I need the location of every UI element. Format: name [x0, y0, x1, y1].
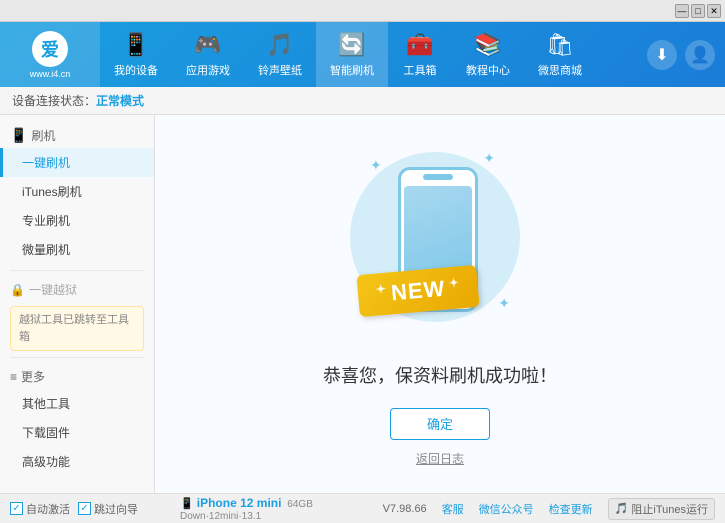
bottom-bar: ✓ 自动激活 ✓ 跳过向导 📱 iPhone 12 mini 64GB Down…: [0, 493, 725, 523]
auto-activate-label: 自动激活: [26, 501, 70, 517]
nav-smart-flash-label: 智能刷机: [330, 62, 374, 78]
sidebar-divider-2: [10, 357, 144, 358]
content-area: ✦ ✦ ✦ NEW 恭喜您，保资料刷机成功啦！ 确定 返回日志: [155, 115, 725, 493]
nav-tutorial-label: 教程中心: [466, 62, 510, 78]
title-bar: — □ ✕: [0, 0, 725, 22]
phone-illustration: ✦ ✦ ✦ NEW: [340, 142, 540, 342]
sidebar-one-click-flash[interactable]: 一键刷机: [0, 148, 154, 177]
device-name: iPhone 12 mini: [197, 496, 282, 510]
status-bar: 设备连接状态： 正常模式: [0, 87, 725, 115]
weibo-mall-icon: 🛍: [546, 32, 574, 58]
ringtone-icon: 🎵: [266, 32, 293, 58]
nav-tutorial[interactable]: 📚 教程中心: [452, 22, 524, 87]
header-right: ⬇ 👤: [637, 40, 725, 70]
download-btn[interactable]: ⬇: [647, 40, 677, 70]
status-label: 设备连接状态：: [12, 92, 96, 109]
flash-section-title: 📱 刷机: [0, 123, 154, 148]
device-icon: 📱: [180, 498, 197, 510]
itunes-icon: 🎵: [615, 502, 629, 515]
sidebar-pro-flash[interactable]: 专业刷机: [0, 206, 154, 235]
sparkle-icon-1: ✦: [370, 157, 382, 174]
sidebar-itunes-flash[interactable]: iTunes刷机: [0, 177, 154, 206]
header: 爱 www.i4.cn 📱 我的设备 🎮 应用游戏 🎵 铃声壁纸 🔄 智能刷机 …: [0, 22, 725, 87]
sidebar-locked-jailbreak: 🔒 一键越狱: [0, 277, 154, 302]
tutorial-icon: 📚: [474, 32, 501, 58]
sidebar-more-title: ≡ 更多: [0, 364, 154, 389]
nav-weibo-mall-label: 微思商城: [538, 62, 582, 78]
sidebar-advanced[interactable]: 高级功能: [0, 447, 154, 476]
bottom-right: V7.98.66 客服 微信公众号 检查更新 🎵 阻止iTunes运行: [383, 498, 715, 520]
device-storage: 64GB: [285, 499, 313, 510]
user-btn[interactable]: 👤: [685, 40, 715, 70]
nav-bar: 📱 我的设备 🎮 应用游戏 🎵 铃声壁纸 🔄 智能刷机 🧰 工具箱 📚 教程中心…: [100, 22, 637, 87]
sidebar-jailbreak-notice: 越狱工具已跳转至工具箱: [10, 306, 144, 351]
skip-guide-label: 跳过向导: [94, 501, 138, 517]
sidebar-divider-1: [10, 270, 144, 271]
sidebar: 📱 刷机 一键刷机 iTunes刷机 专业刷机 微量刷机 🔒 一键越狱 越狱工具…: [0, 115, 155, 493]
service-label[interactable]: 客服: [442, 501, 464, 517]
logo-area: 爱 www.i4.cn: [0, 22, 100, 87]
confirm-button[interactable]: 确定: [390, 408, 490, 440]
sidebar-download-firmware[interactable]: 下载固件: [0, 418, 154, 447]
auto-activate-check-icon: ✓: [10, 502, 23, 515]
nav-my-device-label: 我的设备: [114, 62, 158, 78]
device-firmware: Down·12mini·13.1: [180, 511, 261, 522]
wechat-label[interactable]: 微信公众号: [479, 501, 534, 517]
check-update-label[interactable]: 检查更新: [549, 501, 593, 517]
auto-activate-checkbox[interactable]: ✓ 自动激活: [10, 501, 70, 517]
maximize-btn[interactable]: □: [691, 4, 705, 18]
nav-apps-games[interactable]: 🎮 应用游戏: [172, 22, 244, 87]
window-controls[interactable]: — □ ✕: [675, 4, 721, 18]
nav-ringtone[interactable]: 🎵 铃声壁纸: [244, 22, 316, 87]
nav-weibo-mall[interactable]: 🛍 微思商城: [524, 22, 596, 87]
flash-section-label: 刷机: [31, 127, 55, 144]
skip-guide-check-icon: ✓: [78, 502, 91, 515]
nav-tools-label: 工具箱: [404, 62, 437, 78]
back-today-link[interactable]: 返回日志: [416, 450, 464, 467]
minimize-btn[interactable]: —: [675, 4, 689, 18]
sidebar-other-tools[interactable]: 其他工具: [0, 389, 154, 418]
sparkle-icon-2: ✦: [483, 150, 495, 167]
status-mode: 正常模式: [96, 92, 144, 109]
sidebar-save-flash[interactable]: 微量刷机: [0, 235, 154, 264]
skip-guide-checkbox[interactable]: ✓ 跳过向导: [78, 501, 138, 517]
nav-ringtone-label: 铃声壁纸: [258, 62, 302, 78]
more-icon: ≡: [10, 370, 17, 384]
logo-icon: 爱: [32, 31, 68, 67]
smart-flash-icon: 🔄: [338, 32, 365, 58]
apps-games-icon: 🎮: [194, 32, 221, 58]
sparkle-icon-3: ✦: [498, 295, 510, 312]
nav-my-device[interactable]: 📱 我的设备: [100, 22, 172, 87]
flash-section-icon: 📱: [10, 127, 27, 144]
device-info: 📱 iPhone 12 mini 64GB Down·12mini·13.1: [170, 496, 383, 522]
close-btn[interactable]: ✕: [707, 4, 721, 18]
nav-smart-flash[interactable]: 🔄 智能刷机: [316, 22, 388, 87]
bottom-left: ✓ 自动激活 ✓ 跳过向导: [10, 501, 170, 517]
main-layout: 📱 刷机 一键刷机 iTunes刷机 专业刷机 微量刷机 🔒 一键越狱 越狱工具…: [0, 115, 725, 493]
nav-apps-games-label: 应用游戏: [186, 62, 230, 78]
block-itunes-btn[interactable]: 🎵 阻止iTunes运行: [608, 498, 715, 520]
success-message: 恭喜您，保资料刷机成功啦！: [323, 362, 557, 388]
logo-url: www.i4.cn: [30, 69, 71, 79]
lock-icon: 🔒: [10, 283, 25, 297]
tools-icon: 🧰: [406, 32, 433, 58]
phone-notch: [423, 174, 453, 180]
my-device-icon: 📱: [122, 32, 149, 58]
nav-tools[interactable]: 🧰 工具箱: [388, 22, 452, 87]
version-label: V7.98.66: [383, 503, 427, 515]
